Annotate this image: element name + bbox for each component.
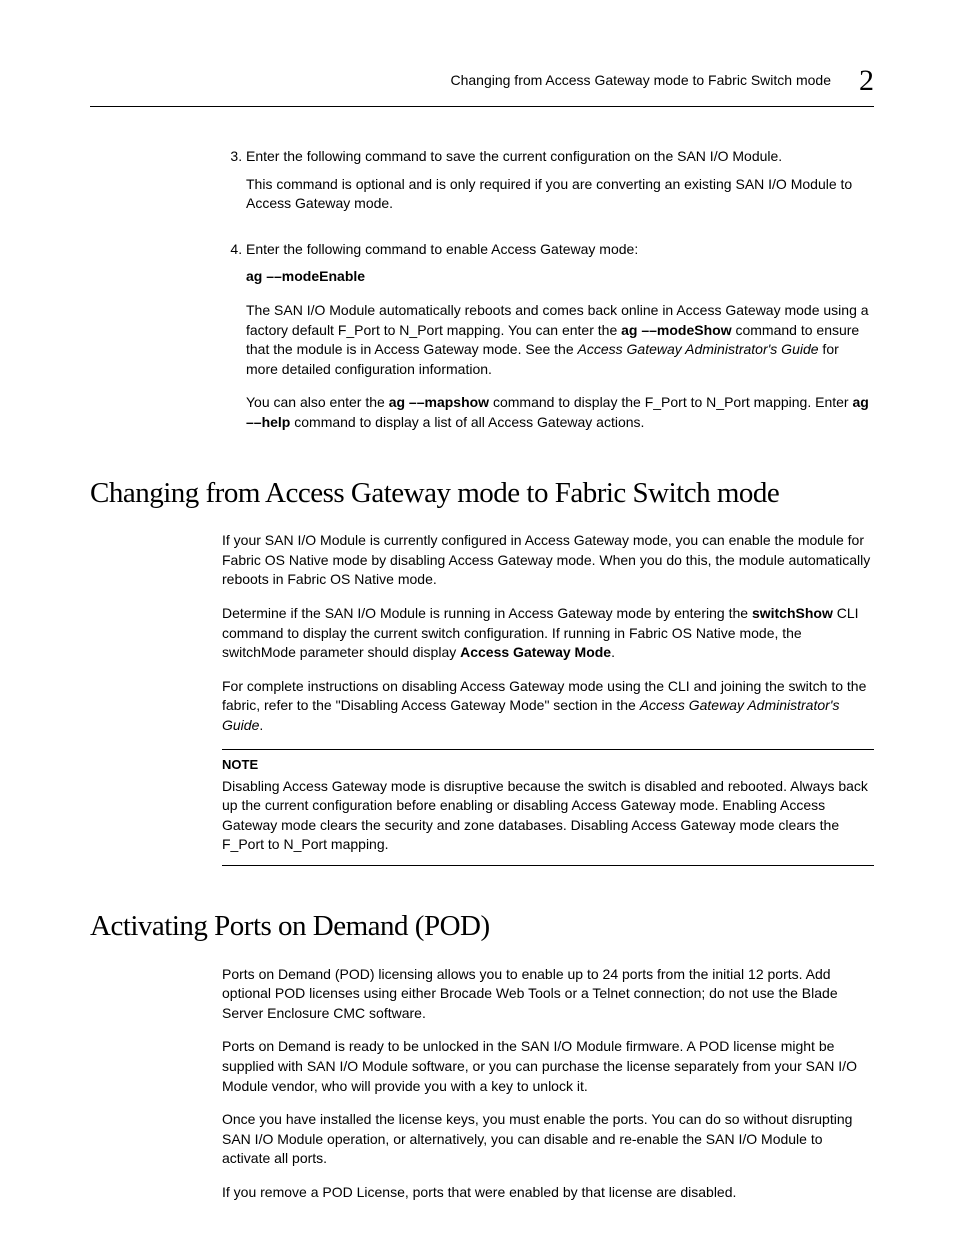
- paragraph: Ports on Demand (POD) licensing allows y…: [222, 965, 874, 1024]
- step-text: Enter the following command to save the …: [246, 148, 782, 164]
- command-inline: Access Gateway Mode: [460, 644, 611, 660]
- step-text: Enter the following command to enable Ac…: [246, 241, 638, 257]
- doc-reference: Access Gateway Administrator's Guide: [578, 341, 819, 357]
- paragraph: Determine if the SAN I/O Module is runni…: [222, 604, 874, 663]
- section-body: If your SAN I/O Module is currently conf…: [90, 531, 874, 866]
- command-inline: ag ––mapshow: [389, 394, 489, 410]
- text-run: command to display a list of all Access …: [290, 414, 644, 430]
- text-run: .: [611, 644, 615, 660]
- list-item: Enter the following command to save the …: [246, 147, 874, 214]
- paragraph: Ports on Demand is ready to be unlocked …: [222, 1037, 874, 1096]
- text-run: You can also enter the: [246, 394, 389, 410]
- section-heading-pod: Activating Ports on Demand (POD): [90, 906, 874, 947]
- page: Changing from Access Gateway mode to Fab…: [0, 0, 954, 1235]
- list-item: Enter the following command to enable Ac…: [246, 240, 874, 433]
- step-note: This command is optional and is only req…: [246, 175, 874, 214]
- section-heading-changing-mode: Changing from Access Gateway mode to Fab…: [90, 473, 874, 514]
- step-paragraph: The SAN I/O Module automatically reboots…: [246, 301, 874, 379]
- command-inline: ag ––modeShow: [621, 322, 731, 338]
- note-label: NOTE: [222, 756, 874, 774]
- step-paragraph: You can also enter the ag ––mapshow comm…: [246, 393, 874, 432]
- paragraph: Once you have installed the license keys…: [222, 1110, 874, 1169]
- page-header: Changing from Access Gateway mode to Fab…: [90, 60, 874, 107]
- step-3: Enter the following command to save the …: [90, 147, 874, 214]
- chapter-number: 2: [859, 60, 874, 102]
- section-body: Ports on Demand (POD) licensing allows y…: [90, 965, 874, 1203]
- paragraph: If you remove a POD License, ports that …: [222, 1183, 874, 1203]
- note-body: Disabling Access Gateway mode is disrupt…: [222, 777, 874, 855]
- command: ag ––modeEnable: [246, 267, 874, 287]
- text-run: command to display the F_Port to N_Port …: [489, 394, 852, 410]
- command-inline: switchShow: [752, 605, 833, 621]
- step-4: Enter the following command to enable Ac…: [90, 240, 874, 433]
- paragraph: For complete instructions on disabling A…: [222, 677, 874, 736]
- text-run: .: [259, 717, 263, 733]
- note-box: NOTE Disabling Access Gateway mode is di…: [222, 749, 874, 866]
- text-run: Determine if the SAN I/O Module is runni…: [222, 605, 752, 621]
- paragraph: If your SAN I/O Module is currently conf…: [222, 531, 874, 590]
- running-title: Changing from Access Gateway mode to Fab…: [450, 71, 831, 91]
